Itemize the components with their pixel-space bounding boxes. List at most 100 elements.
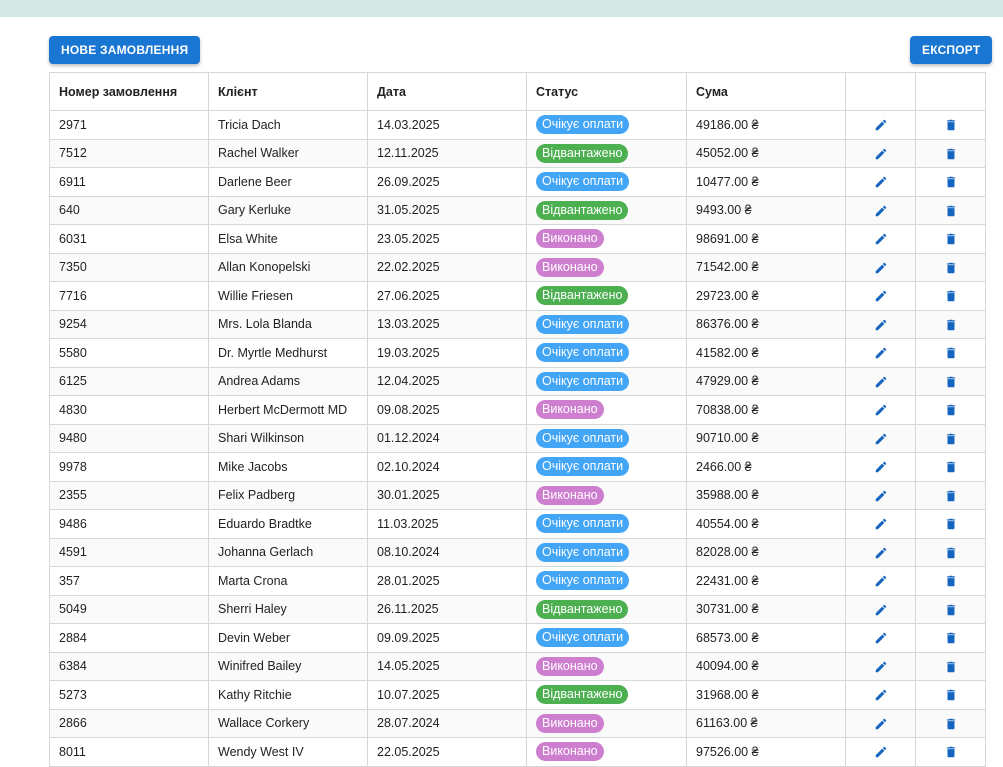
edit-cell [845,480,916,510]
status-badge: Очікує оплати [536,428,630,448]
delete-cell [915,224,986,254]
header-amount[interactable]: Сума [686,72,846,111]
trash-icon[interactable] [944,375,958,389]
table-row[interactable]: 9486 Eduardo Bradtke 11.03.2025 Очікує опла… [49,509,986,539]
client-cell: Wendy West IV [208,737,368,767]
table-row[interactable]: 6125 Andrea Adams 12.04.2025 Очікує оплати 4… [49,366,986,396]
date-cell: 27.06.2025 [367,281,527,311]
pencil-icon[interactable] [874,688,888,702]
table-row[interactable]: 5580 Dr. Myrtle Medhurst 19.03.2025 Очікує … [49,338,986,368]
trash-icon[interactable] [944,175,958,189]
amount-cell: 35988.00 ₴ [686,480,846,510]
trash-icon[interactable] [944,147,958,161]
pencil-icon[interactable] [874,517,888,531]
pencil-icon[interactable] [874,261,888,275]
table-row[interactable]: 6911 Darlene Beer 26.09.2025 Очікує оплати 1… [49,167,986,197]
header-order-number[interactable]: Номер замовлення [49,72,209,111]
table-row[interactable]: 640 Gary Kerluke 31.05.2025 Відвантажено 949… [49,195,986,225]
pencil-icon[interactable] [874,289,888,303]
edit-cell [845,224,916,254]
pencil-icon[interactable] [874,546,888,560]
pencil-icon[interactable] [874,118,888,132]
trash-icon[interactable] [944,688,958,702]
trash-icon[interactable] [944,204,958,218]
pencil-icon[interactable] [874,717,888,731]
table-row[interactable]: 6031 Elsa White 23.05.2025 Виконано 98691.00… [49,224,986,254]
orders-table: Номер замовлення Клієнт Дата Статус Сума… [49,72,986,767]
table-row[interactable]: 6384 Winifred Bailey 14.05.2025 Виконано 400… [49,651,986,681]
pencil-icon[interactable] [874,375,888,389]
trash-icon[interactable] [944,403,958,417]
pencil-icon[interactable] [874,660,888,674]
pencil-icon[interactable] [874,147,888,161]
trash-icon[interactable] [944,346,958,360]
pencil-icon[interactable] [874,432,888,446]
table-row[interactable]: 8011 Wendy West IV 22.05.2025 Виконано 97526… [49,737,986,767]
pencil-icon[interactable] [874,574,888,588]
pencil-icon[interactable] [874,489,888,503]
table-row[interactable]: 2866 Wallace Corkery 28.07.2024 Виконано 611… [49,708,986,738]
table-row[interactable]: 7350 Allan Konopelski 22.02.2025 Виконано 71… [49,252,986,282]
table-row[interactable]: 4591 Johanna Gerlach 08.10.2024 Очікує опла… [49,537,986,567]
amount-cell: 41582.00 ₴ [686,338,846,368]
pencil-icon[interactable] [874,204,888,218]
trash-icon[interactable] [944,574,958,588]
pencil-icon[interactable] [874,745,888,759]
pencil-icon[interactable] [874,232,888,246]
table-row[interactable]: 2884 Devin Weber 09.09.2025 Очікує оплати 68… [49,623,986,653]
new-order-button[interactable]: НОВЕ ЗАМОВЛЕННЯ [49,36,201,64]
table-row[interactable]: 9254 Mrs. Lola Blanda 13.03.2025 Очікує опл… [49,309,986,339]
date-cell: 09.09.2025 [367,623,527,653]
amount-cell: 70838.00 ₴ [686,395,846,425]
trash-icon[interactable] [944,631,958,645]
trash-icon[interactable] [944,546,958,560]
table-row[interactable]: 9480 Shari Wilkinson 01.12.2024 Очікує опла… [49,423,986,453]
table-row[interactable]: 9978 Mike Jacobs 02.10.2024 Очікує оплати 24… [49,452,986,482]
header-status[interactable]: Статус [526,72,687,111]
order-number-cell: 357 [49,566,209,596]
date-cell: 19.03.2025 [367,338,527,368]
table-row[interactable]: 5273 Kathy Ritchie 10.07.2025 Відвантажено 3… [49,680,986,710]
pencil-icon[interactable] [874,346,888,360]
pencil-icon[interactable] [874,403,888,417]
table-row[interactable]: 7512 Rachel Walker 12.11.2025 Відвантажено 4… [49,138,986,168]
delete-cell [915,252,986,282]
pencil-icon[interactable] [874,631,888,645]
trash-icon[interactable] [944,232,958,246]
table-row[interactable]: 5049 Sherri Haley 26.11.2025 Відвантажено 30… [49,594,986,624]
amount-cell: 86376.00 ₴ [686,309,846,339]
delete-cell [915,423,986,453]
header-date[interactable]: Дата [367,72,527,111]
trash-icon[interactable] [944,432,958,446]
trash-icon[interactable] [944,717,958,731]
client-cell: Devin Weber [208,623,368,653]
amount-cell: 10477.00 ₴ [686,167,846,197]
delete-cell [915,338,986,368]
table-row[interactable]: 2971 Tricia Dach 14.03.2025 Очікує оплати 49… [49,110,986,140]
trash-icon[interactable] [944,261,958,275]
date-cell: 09.08.2025 [367,395,527,425]
trash-icon[interactable] [944,118,958,132]
trash-icon[interactable] [944,603,958,617]
trash-icon[interactable] [944,460,958,474]
header-client[interactable]: Клієнт [208,72,368,111]
table-row[interactable]: 357 Marta Crona 28.01.2025 Очікує оплати 224… [49,566,986,596]
date-cell: 02.10.2024 [367,452,527,482]
table-row[interactable]: 2355 Felix Padberg 30.01.2025 Виконано 35988… [49,480,986,510]
table-row[interactable]: 4830 Herbert McDermott MD 09.08.2025 Викона… [49,395,986,425]
trash-icon[interactable] [944,318,958,332]
trash-icon[interactable] [944,489,958,503]
trash-icon[interactable] [944,660,958,674]
trash-icon[interactable] [944,517,958,531]
export-button[interactable]: ЕКСПОРТ [910,36,993,64]
trash-icon[interactable] [944,289,958,303]
amount-cell: 49186.00 ₴ [686,110,846,140]
pencil-icon[interactable] [874,318,888,332]
pencil-icon[interactable] [874,175,888,189]
pencil-icon[interactable] [874,603,888,617]
pencil-icon[interactable] [874,460,888,474]
trash-icon[interactable] [944,745,958,759]
table-body: 2971 Tricia Dach 14.03.2025 Очікує оплати 49… [49,110,986,767]
table-row[interactable]: 7716 Willie Friesen 27.06.2025 Відвантажено… [49,281,986,311]
status-badge: Відвантажено [536,599,629,619]
